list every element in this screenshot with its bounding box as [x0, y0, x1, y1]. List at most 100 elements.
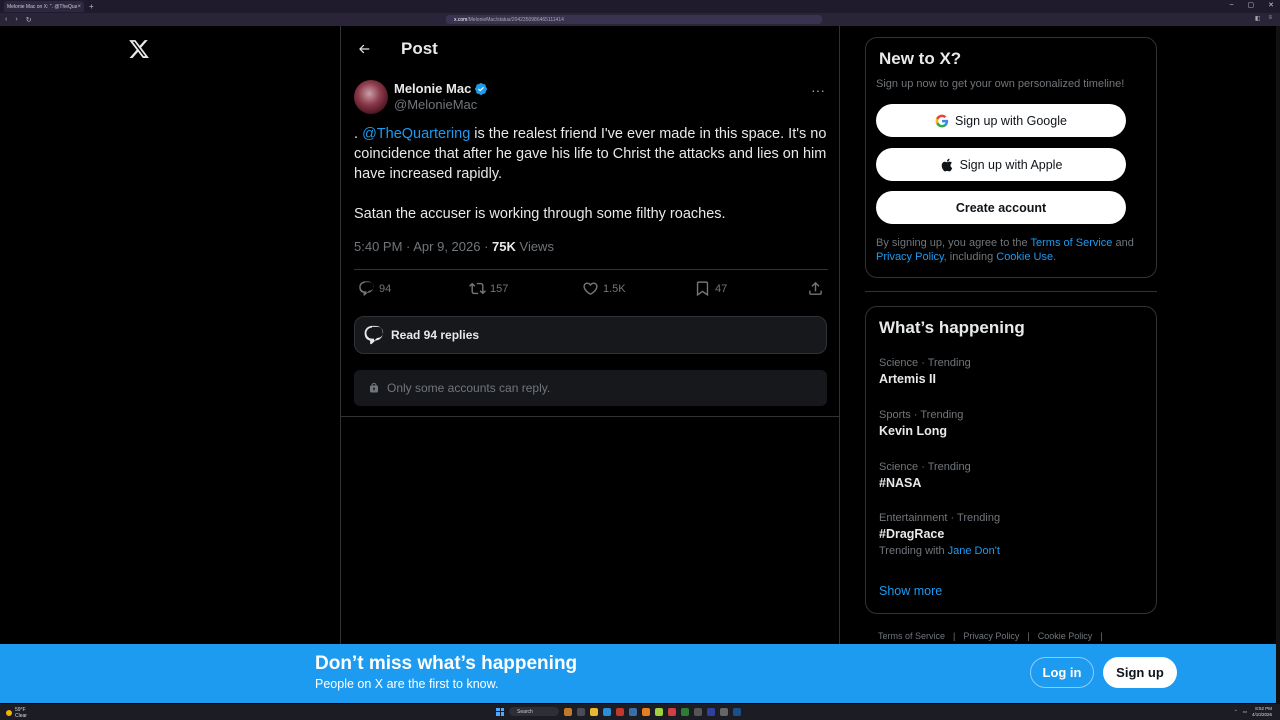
views-label: Views	[515, 239, 554, 254]
page-title: Post	[401, 39, 438, 58]
minimize-icon[interactable]: –	[1230, 1, 1234, 9]
tab-close-icon[interactable]: ×	[77, 4, 81, 10]
tweet-actions: 94 157 1.5K 47	[358, 280, 826, 300]
footer-cookie-link[interactable]: Cookie Policy	[1038, 631, 1093, 641]
footer-terms-link[interactable]: Terms of Service	[878, 631, 945, 641]
like-count: 1.5K	[603, 282, 626, 295]
signup-button[interactable]: Sign up	[1103, 657, 1177, 688]
divider	[354, 269, 828, 270]
back-button[interactable]	[355, 40, 373, 58]
trending-with-link[interactable]: Jane Don't	[948, 545, 1000, 557]
trend-item[interactable]: Science · Trending #NASA	[879, 461, 971, 490]
trending-with: Trending with Jane Don't	[879, 545, 1000, 557]
signup-apple-button[interactable]: Sign up with Apple	[876, 148, 1126, 181]
app-icon[interactable]	[720, 707, 728, 716]
share-button[interactable]	[807, 280, 828, 297]
reload-icon[interactable]: ↻	[26, 16, 32, 24]
app-icon[interactable]	[655, 707, 663, 716]
apple-icon	[941, 158, 952, 171]
app-icon[interactable]	[668, 707, 676, 716]
scrollbar[interactable]	[1276, 26, 1280, 704]
author-name[interactable]: Melonie Mac	[394, 81, 471, 96]
more-options-icon[interactable]: ···	[811, 82, 825, 98]
login-button[interactable]: Log in	[1030, 657, 1094, 688]
app-icon[interactable]	[564, 707, 572, 716]
app-icon[interactable]	[603, 707, 611, 716]
post-column: Post Melonie Mac @MelonieMac ··· . @TheQ…	[340, 26, 840, 644]
menu-icon[interactable]: ≡	[1268, 15, 1272, 22]
privacy-link[interactable]: Privacy Policy	[876, 251, 944, 263]
tweet-text-paragraph: Satan the accuser is working through som…	[354, 206, 726, 222]
repost-button[interactable]: 157	[469, 280, 508, 297]
footer-separator: |	[1100, 631, 1103, 641]
legal-including: , including	[943, 250, 997, 263]
weather-widget[interactable]: 59°F Clear	[6, 707, 27, 719]
create-account-button[interactable]: Create account	[876, 191, 1126, 224]
bookmark-count: 47	[715, 282, 728, 295]
read-replies-button[interactable]: Read 94 replies	[354, 316, 827, 354]
trend-item[interactable]: Entertainment · Trending #DragRace Trend…	[879, 512, 1000, 557]
reply-button[interactable]: 94	[358, 280, 391, 297]
reply-restriction-notice: Only some accounts can reply.	[354, 370, 827, 406]
signup-banner: Don’t miss what’s happening People on X …	[0, 644, 1276, 703]
avatar[interactable]	[354, 80, 388, 114]
trend-name: #DragRace	[879, 527, 945, 541]
show-more-link[interactable]: Show more	[879, 584, 942, 598]
app-icon[interactable]	[707, 707, 715, 716]
bookmark-button[interactable]: 47	[694, 280, 727, 297]
back-nav-icon[interactable]: ‹	[5, 16, 7, 24]
system-tray: ⌃ ▭ 8:52 PM 4/10/2026	[1234, 706, 1272, 718]
terms-link[interactable]: Terms of Service	[1031, 237, 1113, 249]
app-icon[interactable]	[733, 707, 741, 716]
tray-chevron-icon[interactable]: ⌃	[1234, 709, 1238, 715]
tweet-meta: 5:40 PM · Apr 9, 2026 · 75K Views	[354, 239, 554, 254]
close-window-icon[interactable]: ✕	[1268, 1, 1274, 9]
windows-start-icon[interactable]	[496, 707, 504, 716]
app-icon[interactable]	[642, 707, 650, 716]
mention-link[interactable]: @TheQuartering	[362, 126, 470, 142]
trend-category: Entertainment · Trending	[879, 512, 1001, 524]
signup-google-button[interactable]: Sign up with Google	[876, 104, 1126, 137]
trend-category: Science · Trending	[879, 357, 971, 369]
author-handle[interactable]: @MelonieMac	[394, 97, 488, 112]
trend-item[interactable]: Science · Trending Artemis II	[879, 357, 971, 386]
trends-title: What’s happening	[879, 318, 1025, 337]
maximize-icon[interactable]: ▢	[1248, 1, 1255, 9]
timestamp[interactable]: 5:40 PM · Apr 9, 2026 ·	[354, 239, 492, 254]
url-host: x.com	[454, 16, 468, 23]
folder-icon[interactable]	[590, 707, 598, 716]
heart-icon	[583, 282, 598, 295]
clock[interactable]: 8:52 PM 4/10/2026	[1252, 706, 1272, 718]
forward-nav-icon[interactable]: ›	[15, 16, 17, 24]
footer-privacy-link[interactable]: Privacy Policy	[963, 631, 1019, 641]
share-icon	[809, 281, 822, 295]
browser-tab[interactable]: Melonie Mac on X: ". @TheQuar ×	[4, 1, 84, 12]
trend-item[interactable]: Sports · Trending Kevin Long	[879, 409, 963, 438]
steam-icon[interactable]	[629, 707, 637, 716]
app-icon[interactable]	[681, 707, 689, 716]
app-icon[interactable]	[577, 707, 585, 716]
network-icon[interactable]: ▭	[1243, 709, 1247, 715]
clock-date: 4/10/2026	[1251, 712, 1272, 717]
views-count: 75K	[492, 239, 516, 254]
trending-with-label: Trending with	[879, 545, 945, 557]
app-icon[interactable]	[616, 707, 624, 716]
app-icon[interactable]	[694, 707, 702, 716]
signup-legal-text: By signing up, you agree to the Terms of…	[876, 237, 1151, 264]
taskbar-search[interactable]: Search	[509, 707, 559, 716]
extensions-icon[interactable]: ◧	[1255, 15, 1261, 22]
like-button[interactable]: 1.5K	[582, 280, 626, 297]
address-bar[interactable]: x.com/MelonieMac/status/2042350986465111…	[446, 15, 822, 24]
reply-restriction-text: Only some accounts can reply.	[387, 381, 551, 395]
reply-icon	[359, 281, 374, 296]
x-logo-icon[interactable]	[128, 38, 150, 60]
footer-links: Terms of Service | Privacy Policy | Cookie…	[878, 631, 1111, 641]
trends-card: What’s happening Science · Trending Arte…	[865, 306, 1157, 614]
trend-name: Kevin Long	[879, 424, 948, 438]
footer-separator: |	[1027, 631, 1030, 641]
post-header: Post	[355, 38, 438, 60]
cookie-link[interactable]: Cookie Use	[996, 251, 1053, 263]
signup-subtitle: Sign up now to get your own personalized…	[876, 78, 1125, 90]
new-tab-icon[interactable]: +	[89, 2, 94, 11]
taskbar-apps: Search	[496, 707, 741, 716]
